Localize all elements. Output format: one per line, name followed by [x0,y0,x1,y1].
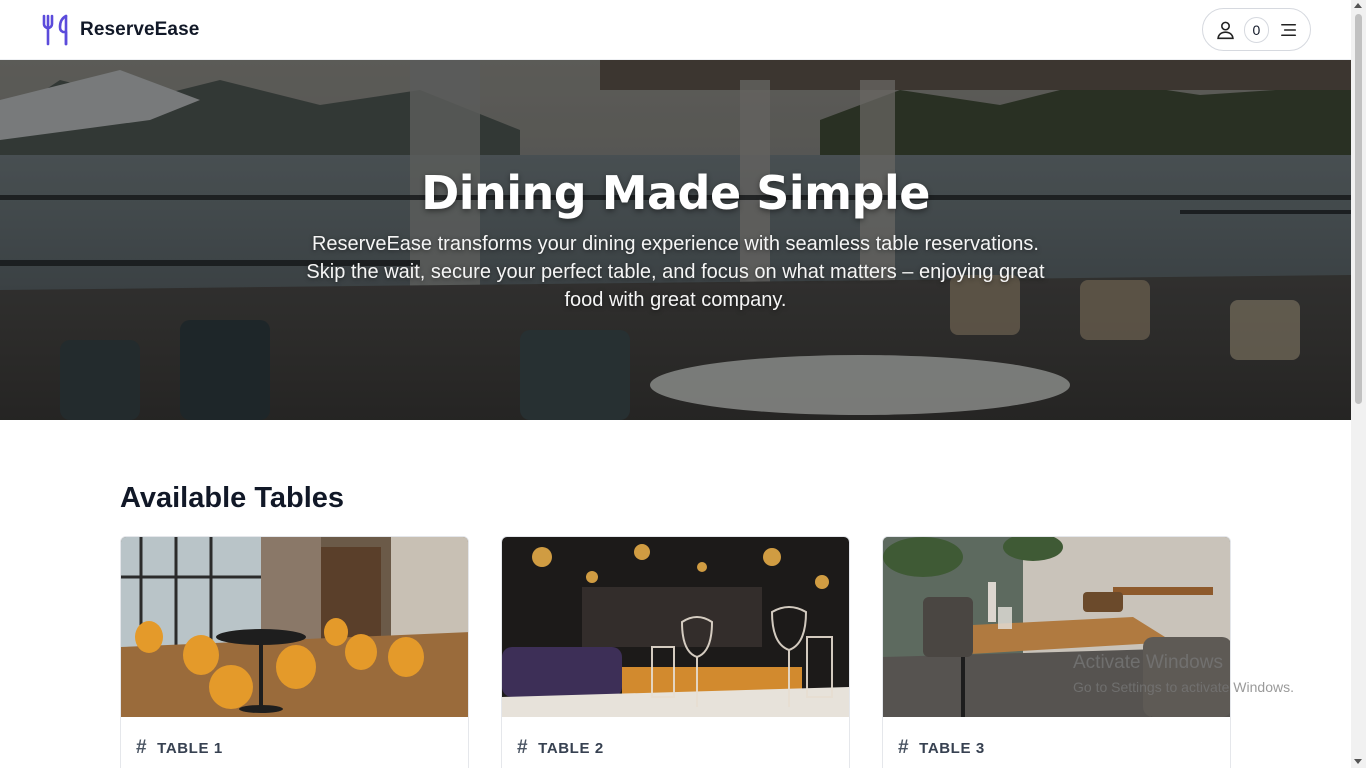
table-1-image [121,537,468,717]
top-navbar: ReserveEase 0 [0,0,1351,60]
table-2-image [502,537,849,717]
table-label: # TABLE 1 [136,737,223,759]
brand-name: ReserveEase [80,19,200,40]
notification-count-badge: 0 [1244,16,1269,43]
hash-icon: # [136,737,148,758]
table-name: TABLE 1 [157,739,223,757]
hash-icon: # [517,737,529,758]
scroll-down-arrow-icon[interactable] [1354,759,1362,764]
table-name: TABLE 2 [538,739,604,757]
scrollbar-thumb[interactable] [1355,14,1362,404]
table-name: TABLE 3 [919,739,985,757]
hero-banner: Dining Made Simple ReserveEase transform… [0,60,1351,420]
table-label: # TABLE 2 [517,737,604,759]
hamburger-menu-icon [1280,23,1296,36]
hero-subtitle: ReserveEase transforms your dining exper… [306,233,1045,311]
hero-content: Dining Made Simple ReserveEase transform… [0,60,1351,420]
user-icon [1217,21,1234,39]
table-card[interactable]: # TABLE 2 [501,536,850,768]
page: ReserveEase 0 Dining Made Simple Reserve… [0,0,1366,768]
scroll-up-arrow-icon[interactable] [1354,3,1362,8]
watermark-subtitle: Go to Settings to activate Windows. [1073,679,1294,695]
table-label: # TABLE 3 [898,737,985,759]
watermark-title: Activate Windows [1073,652,1223,673]
available-tables-heading: Available Tables [120,482,345,514]
hash-icon: # [898,737,910,758]
windows-activation-watermark: Activate Windows Go to Settings to activ… [1073,652,1294,695]
vertical-scrollbar[interactable] [1351,0,1366,768]
hero-title: Dining Made Simple [421,166,930,220]
brand-logo-link[interactable]: ReserveEase [41,14,199,46]
fork-knife-icon [42,14,68,46]
table-card[interactable]: # TABLE 1 [120,536,469,768]
user-menu-button[interactable]: 0 [1202,8,1311,51]
